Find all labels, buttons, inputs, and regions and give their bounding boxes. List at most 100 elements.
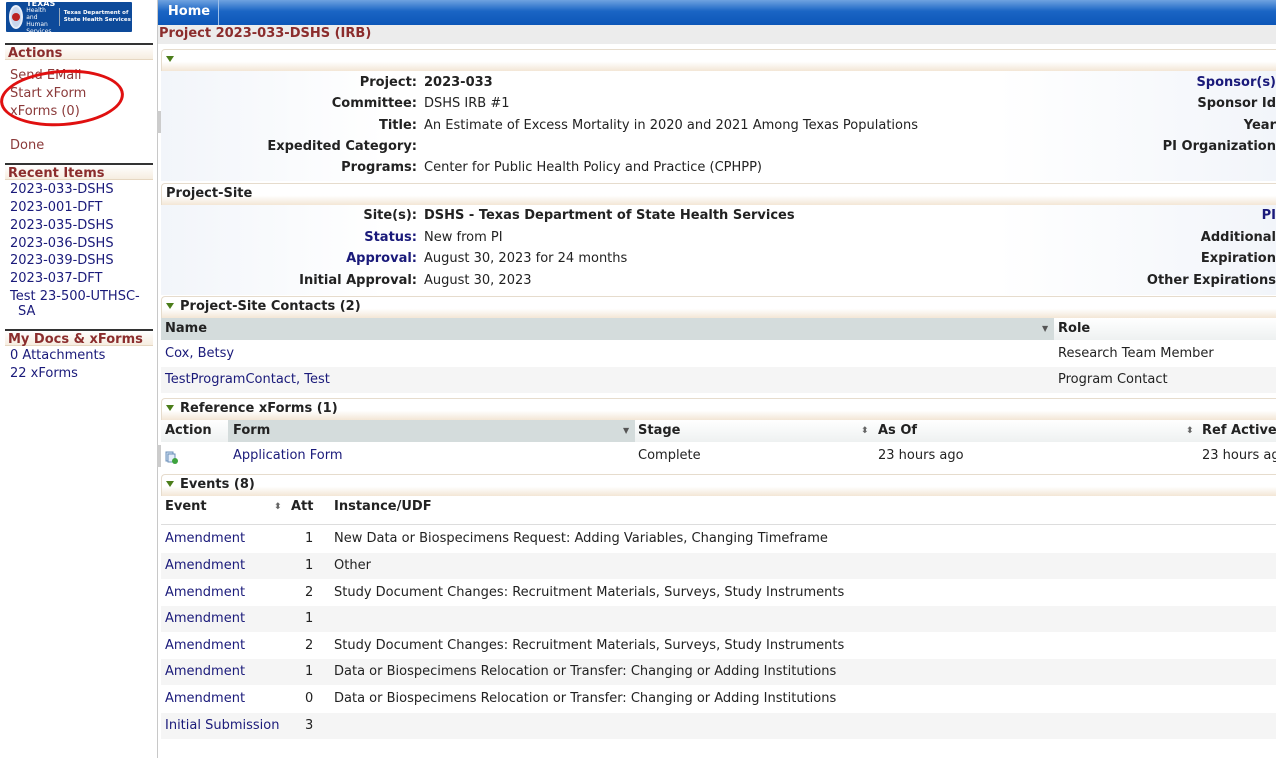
sites-label: Site(s):	[363, 208, 417, 223]
event-att: 0	[305, 691, 314, 706]
row-drag-handle[interactable]	[157, 445, 161, 467]
page-title: Project 2023-033-DSHS (IRB)	[159, 26, 372, 41]
sort-icon[interactable]: ⬍	[274, 496, 282, 518]
committee-label: Committee:	[331, 96, 417, 111]
ref-xforms-table-header: Action Form ▼ Stage ⬍ As Of ⬍ Ref Active	[161, 420, 1276, 442]
recent-item-cont[interactable]: SA	[18, 304, 35, 320]
sidebar: TEXAS Health and Human Services Texas Dep…	[0, 0, 157, 758]
programs-value: Center for Public Health Policy and Prac…	[424, 160, 763, 175]
contact-name-link[interactable]: TestProgramContact, Test	[165, 367, 330, 393]
recent-items-header: Recent Items	[5, 163, 153, 181]
sort-icon[interactable]: ⬍	[1186, 420, 1194, 442]
event-row: Amendment 0 Data or Biospecimens Relocat…	[161, 686, 1276, 712]
copy-form-icon[interactable]	[165, 448, 178, 464]
project-value: 2023-033	[424, 75, 493, 90]
event-link[interactable]: Initial Submission	[165, 713, 279, 739]
start-xform-action[interactable]: Start xForm	[10, 86, 86, 102]
recent-item[interactable]: 2023-036-DSHS	[10, 236, 114, 252]
event-row: Initial Submission 3	[161, 713, 1276, 739]
actions-header: Actions	[5, 43, 153, 61]
contact-row: TestProgramContact, Test Program Contact	[161, 367, 1276, 393]
col-att[interactable]: Att	[291, 496, 314, 518]
project-site-title: Project-Site	[166, 186, 253, 201]
col-stage[interactable]: Stage	[638, 420, 680, 442]
event-instance: Data or Biospecimens Relocation or Trans…	[334, 691, 837, 706]
event-link[interactable]: Amendment	[165, 580, 245, 606]
ref-xforms-section-toggle[interactable]: Reference xForms (1)	[161, 398, 1276, 420]
attachments-link[interactable]: 0 Attachments	[10, 348, 105, 364]
event-row: Amendment 1 Other	[161, 553, 1276, 579]
programs-label: Programs:	[341, 160, 417, 175]
sites-value: DSHS - Texas Department of State Health …	[424, 208, 795, 223]
event-link[interactable]: Amendment	[165, 686, 245, 712]
col-instance[interactable]: Instance/UDF	[334, 496, 432, 518]
xforms-link[interactable]: 22 xForms	[10, 366, 78, 382]
event-link[interactable]: Amendment	[165, 633, 245, 659]
contact-role: Research Team Member	[1058, 346, 1214, 361]
event-instance: Study Document Changes: Recruitment Mate…	[334, 638, 845, 653]
status-label[interactable]: Status:	[364, 230, 417, 245]
event-link[interactable]: Amendment	[165, 526, 245, 552]
texas-seal-icon	[9, 5, 24, 29]
event-att: 2	[305, 638, 314, 653]
committee-value: DSHS IRB #1	[424, 96, 510, 111]
event-att: 1	[305, 531, 314, 546]
project-site-header: Project-Site	[161, 183, 1276, 205]
recent-item[interactable]: 2023-033-DSHS	[10, 182, 114, 198]
contacts-section-toggle[interactable]: Project-Site Contacts (2)	[161, 296, 1276, 318]
event-att: 1	[305, 558, 314, 573]
col-action: Action	[165, 423, 212, 438]
sponsors-label[interactable]: Sponsor(s)	[1196, 75, 1276, 90]
recent-item[interactable]: 2023-039-DSHS	[10, 253, 114, 269]
contact-role: Program Contact	[1058, 372, 1168, 387]
page-title-bar: Project 2023-033-DSHS (IRB)	[158, 25, 1276, 44]
col-event[interactable]: Event	[165, 496, 207, 518]
application-form-link[interactable]: Application Form	[233, 443, 343, 469]
col-name[interactable]: Name	[165, 318, 207, 340]
initial-approval-value: August 30, 2023	[424, 273, 532, 288]
logo-dshs: Texas Department of State Health Service…	[63, 10, 131, 23]
expand-triangle-icon	[166, 480, 174, 487]
event-att: 2	[305, 585, 314, 600]
contact-row: Cox, Betsy Research Team Member	[161, 341, 1276, 367]
event-att: 1	[305, 611, 314, 626]
event-link[interactable]: Amendment	[165, 659, 245, 685]
home-tab[interactable]: Home	[160, 0, 219, 25]
contact-name-link[interactable]: Cox, Betsy	[165, 341, 234, 367]
sort-down-icon[interactable]: ▼	[1042, 318, 1048, 340]
other-expirations-label: Other Expirations	[1146, 273, 1276, 288]
top-nav-bar: Home	[158, 0, 1276, 25]
status-value: New from PI	[424, 230, 503, 245]
pi-label[interactable]: PI	[1262, 208, 1276, 223]
recent-item[interactable]: 2023-035-DSHS	[10, 218, 114, 234]
expand-triangle-icon	[166, 404, 174, 411]
event-instance: Other	[334, 558, 371, 573]
form-as-of: 23 hours ago	[878, 448, 964, 463]
col-as-of[interactable]: As Of	[878, 420, 917, 442]
events-title: Events (8)	[180, 477, 255, 492]
sort-down-icon[interactable]: ▼	[623, 420, 629, 442]
project-section-toggle[interactable]	[161, 49, 1276, 71]
contacts-table-header: Name ▼ Role	[161, 318, 1276, 340]
col-ref-active[interactable]: Ref Active	[1202, 420, 1276, 442]
send-email-action[interactable]: Send EMail	[10, 68, 82, 84]
ref-xforms-title: Reference xForms (1)	[180, 401, 338, 416]
col-form[interactable]: Form	[233, 420, 270, 442]
initial-approval-label: Initial Approval:	[299, 273, 417, 288]
xforms-action[interactable]: xForms (0)	[10, 104, 80, 120]
texas-dshs-logo[interactable]: TEXAS Health and Human Services Texas Dep…	[6, 0, 132, 35]
events-section-toggle[interactable]: Events (8)	[161, 474, 1276, 496]
recent-item[interactable]: 2023-001-DFT	[10, 200, 102, 216]
col-role[interactable]: Role	[1058, 318, 1090, 340]
logo-hhs: Health and Human Services	[26, 6, 52, 35]
approval-label[interactable]: Approval:	[346, 251, 417, 266]
recent-item[interactable]: Test 23-500-UTHSC-	[10, 289, 140, 305]
event-att: 1	[305, 664, 314, 679]
events-table-header: Event ⬍ Att Instance/UDF	[161, 496, 1276, 525]
my-docs-header: My Docs & xForms	[5, 329, 153, 347]
event-link[interactable]: Amendment	[165, 606, 245, 632]
sort-icon[interactable]: ⬍	[861, 420, 869, 442]
recent-item[interactable]: 2023-037-DFT	[10, 271, 102, 287]
done-action[interactable]: Done	[10, 138, 44, 154]
event-link[interactable]: Amendment	[165, 553, 245, 579]
